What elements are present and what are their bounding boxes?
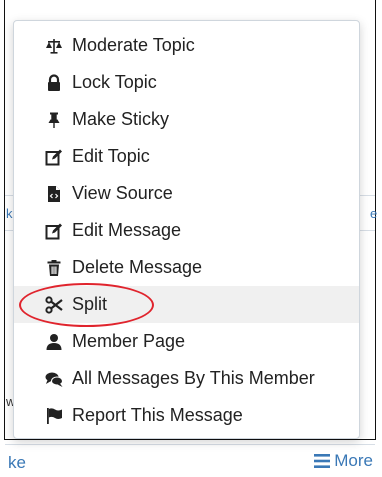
flag-icon <box>45 407 63 425</box>
menu-item-label: Make Sticky <box>72 109 170 129</box>
more-button[interactable]: More <box>314 451 373 471</box>
menu-item-make-sticky[interactable]: Make Sticky <box>14 101 359 138</box>
menu-item-member-page[interactable]: Member Page <box>14 323 359 360</box>
edit-icon <box>45 148 63 166</box>
lock-icon <box>45 73 63 92</box>
menu-item-all-messages-by-member[interactable]: All Messages By This Member <box>14 360 359 397</box>
more-label: More <box>334 451 373 470</box>
message-options-menu: Moderate Topic Lock Topic Make Sticky Ed… <box>13 20 360 439</box>
menu-item-label: Delete Message <box>72 257 203 277</box>
trash-icon <box>45 259 63 277</box>
menu-item-lock-topic[interactable]: Lock Topic <box>14 64 359 101</box>
menu-item-view-source[interactable]: View Source <box>14 175 359 212</box>
menu-item-label: Edit Topic <box>72 146 150 166</box>
menu-item-edit-message[interactable]: Edit Message <box>14 212 359 249</box>
menu-item-label: Report This Message <box>72 405 243 425</box>
message-footer: ke More <box>5 444 375 477</box>
menu-item-delete-message[interactable]: Delete Message <box>14 249 359 286</box>
menu-item-label: All Messages By This Member <box>72 368 315 388</box>
file-code-icon <box>45 185 63 203</box>
menu-item-label: Lock Topic <box>72 72 157 92</box>
comments-icon <box>45 370 63 388</box>
scales-icon <box>45 37 63 55</box>
menu-item-report-message[interactable]: Report This Message <box>14 397 359 434</box>
menu-item-label: View Source <box>72 183 173 203</box>
like-link[interactable]: ke <box>8 453 26 473</box>
menu-item-label: Moderate Topic <box>72 35 195 55</box>
partial-link-right[interactable]: e <box>370 206 377 221</box>
menu-item-edit-topic[interactable]: Edit Topic <box>14 138 359 175</box>
menu-item-label: Split <box>72 294 108 314</box>
scissors-icon <box>45 295 63 314</box>
edit-icon <box>45 222 63 240</box>
menu-item-label: Edit Message <box>72 220 182 240</box>
hamburger-icon <box>314 454 331 468</box>
menu-item-split[interactable]: Split <box>14 286 359 323</box>
user-icon <box>45 333 63 351</box>
menu-item-moderate-topic[interactable]: Moderate Topic <box>14 27 359 64</box>
menu-item-label: Member Page <box>72 331 186 351</box>
pin-icon <box>45 111 63 129</box>
